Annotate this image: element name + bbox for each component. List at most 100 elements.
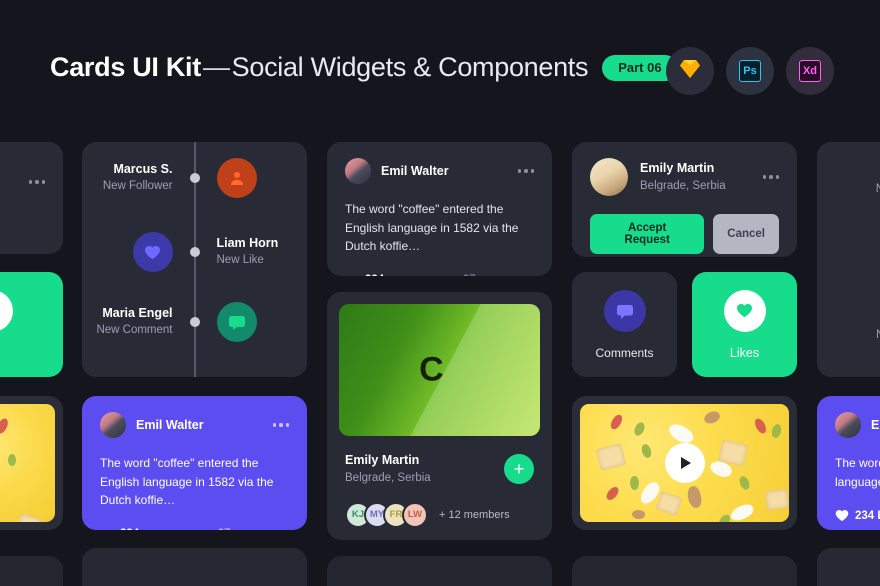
timeline-name: Maria: [825, 310, 880, 327]
video-thumbnail: [580, 404, 789, 522]
play-icon: [681, 457, 691, 469]
comments-tile[interactable]: Comments: [572, 272, 677, 377]
group-owner-name: Emily Martin: [345, 453, 420, 467]
friend-request-card[interactable]: Emily Martin Belgrade, Serbia Accept Req…: [572, 142, 797, 257]
request-actions: Accept Request Cancel: [590, 214, 779, 254]
post-author: Emil Walter: [381, 164, 449, 178]
title-block: Cards UI Kit—Social Widgets & Components…: [50, 52, 678, 83]
avatar: [100, 412, 126, 438]
clipped-post-card-right[interactable]: Emi The word " language i 234 Li: [817, 396, 880, 530]
members-more-label: + 12 members: [439, 508, 510, 521]
more-options-icon[interactable]: [272, 423, 289, 427]
food-image: [0, 404, 55, 522]
media-thumbnail[interactable]: C: [339, 304, 540, 436]
page-title-dash: —: [202, 52, 230, 82]
comments-stat[interactable]: 67 Comments: [443, 274, 534, 276]
timeline-row[interactable]: Maria Engel New Comment: [82, 294, 307, 350]
likes-count: 234 Li: [855, 509, 880, 522]
likes-stat[interactable]: 234 Li: [835, 509, 880, 522]
likes-stat[interactable]: 234 Likes: [345, 274, 417, 276]
video-card[interactable]: [572, 396, 797, 530]
timeline-name: Liam Horn: [216, 236, 279, 251]
member-avatars: KJ MY FR LW + 12 members: [339, 501, 540, 528]
post-body: The word "coffee" entered the English la…: [100, 456, 274, 508]
group-media-card[interactable]: C Emily Martin Belgrade, Serbia + KJ MY …: [327, 292, 552, 540]
post-body-line2: language i: [835, 474, 880, 489]
post-author: Emil Walter: [136, 418, 204, 432]
post-card-dark[interactable]: Emil Walter The word "coffee" entered th…: [327, 142, 552, 276]
page-header: Cards UI Kit—Social Widgets & Components…: [0, 0, 880, 140]
group-owner-location: Belgrade, Serbia: [345, 471, 431, 484]
page-title: Cards UI Kit—Social Widgets & Components: [50, 52, 589, 83]
more-options-icon[interactable]: [762, 175, 779, 179]
comments-count: 67 Comments: [463, 274, 534, 276]
photoshop-app-badge[interactable]: Ps: [726, 47, 774, 95]
photoshop-icon: Ps: [739, 60, 761, 82]
clipped-likes-tile[interactable]: Likes: [0, 272, 63, 377]
accept-request-button[interactable]: Accept Request: [590, 214, 705, 254]
add-member-button[interactable]: +: [504, 453, 534, 484]
timeline-name: Marcus S.: [113, 162, 173, 177]
post-body-line1: The word ": [835, 456, 880, 470]
heart-icon: [723, 289, 766, 332]
more-options-icon[interactable]: [517, 169, 534, 173]
likes-tile[interactable]: Likes: [692, 272, 797, 377]
bottom-clipped-card-3[interactable]: [572, 556, 797, 586]
more-options-icon[interactable]: [28, 180, 45, 184]
sketch-icon: [680, 59, 700, 83]
tile-label: Comments: [595, 345, 654, 360]
page-title-light: Social Widgets & Components: [231, 52, 589, 82]
clipped-timeline-card-right[interactable]: Mar New F Maria New Co: [817, 142, 880, 377]
page-title-strong: Cards UI Kit: [50, 52, 201, 82]
group-owner-row: Emily Martin Belgrade, Serbia +: [339, 452, 540, 486]
timeline-name: Maria Engel: [102, 306, 173, 321]
timeline-row[interactable]: Liam Horn New Like: [82, 224, 307, 280]
xd-icon: Xd: [799, 60, 821, 82]
play-button[interactable]: [664, 443, 705, 483]
avatar: [835, 412, 861, 438]
request-header: Emily Martin Belgrade, Serbia: [590, 158, 779, 196]
post-stats: 234 Likes 67 Comments: [345, 274, 534, 276]
member-avatar[interactable]: LW: [402, 501, 428, 528]
timeline-sub: New Like: [216, 254, 264, 267]
timeline-row[interactable]: Marcus S. New Follower: [82, 150, 307, 206]
likes-stat[interactable]: 234 Likes: [100, 528, 172, 530]
post-header: Emil Walter: [100, 412, 289, 438]
app-badges: Ps Xd: [666, 47, 834, 95]
tile-label: Likes: [729, 345, 760, 360]
media-letter: C: [419, 350, 444, 389]
clipped-card-top-left[interactable]: [0, 142, 63, 254]
xd-app-badge[interactable]: Xd: [786, 47, 834, 95]
timeline-sub: New Comment: [96, 324, 173, 337]
heart-icon: [132, 232, 173, 272]
likes-count: 234 Likes: [120, 528, 172, 530]
bottom-clipped-card-right[interactable]: [817, 548, 880, 586]
bottom-clipped-card-1[interactable]: [82, 548, 307, 586]
timeline-name: Mar: [835, 164, 880, 181]
avatar: [590, 158, 628, 196]
post-author: Emi: [871, 418, 880, 432]
request-location: Belgrade, Serbia: [640, 179, 726, 192]
clipped-food-card-left[interactable]: [0, 396, 63, 530]
bottom-clipped-card-2[interactable]: [327, 556, 552, 586]
post-stats: 234 Likes 67 Comments: [100, 528, 289, 530]
cancel-request-button[interactable]: Cancel: [713, 214, 779, 254]
heart-icon: [0, 289, 13, 332]
comments-count: 67 Comments: [218, 528, 289, 530]
post-stats: 234 Li: [835, 509, 880, 522]
post-header: Emil Walter: [345, 158, 534, 184]
post-body: The word "coffee" entered the English la…: [345, 202, 519, 254]
likes-count: 234 Likes: [365, 274, 417, 276]
comments-stat[interactable]: 67 Comments: [198, 528, 289, 530]
avatar: [345, 158, 371, 184]
heart-icon: [835, 509, 849, 522]
page-root: Cards UI Kit—Social Widgets & Components…: [0, 0, 880, 586]
post-header: Emi: [835, 412, 880, 438]
sketch-app-badge[interactable]: [666, 47, 714, 95]
request-name: Emily Martin: [640, 161, 715, 176]
comment-icon: [216, 302, 257, 342]
post-card-purple[interactable]: Emil Walter The word "coffee" entered th…: [82, 396, 307, 530]
comment-icon: [603, 289, 646, 332]
bottom-clipped-card-left[interactable]: [0, 556, 63, 586]
follower-icon: [216, 158, 257, 198]
